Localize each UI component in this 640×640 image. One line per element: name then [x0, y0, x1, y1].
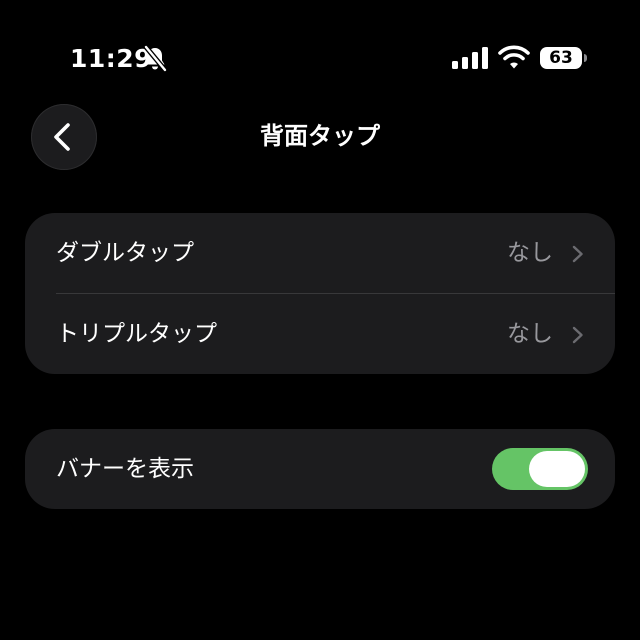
show-banner-label: バナーを表示: [56, 456, 194, 482]
show-banner-toggle[interactable]: [492, 448, 588, 490]
wifi-icon: [498, 45, 530, 69]
triple-tap-label: トリプルタップ: [56, 321, 217, 347]
chevron-right-icon: [572, 326, 583, 344]
triple-tap-row[interactable]: トリプルタップ なし: [25, 294, 615, 374]
triple-tap-value: なし: [507, 321, 553, 347]
chevron-right-icon: [572, 245, 583, 263]
double-tap-label: ダブルタップ: [56, 240, 194, 266]
double-tap-value: なし: [507, 240, 553, 266]
bell-slash-icon: [144, 45, 167, 72]
double-tap-row[interactable]: ダブルタップ なし: [25, 213, 615, 293]
toggle-knob[interactable]: [529, 451, 585, 487]
battery-icon: 63: [540, 47, 588, 69]
cellular-signal-icon: [452, 47, 488, 69]
battery-level: 63: [549, 48, 573, 68]
banner-settings-group: バナーを表示: [25, 429, 615, 509]
show-banner-row: バナーを表示: [25, 429, 615, 509]
back-tap-settings-group: ダブルタップ なし トリプルタップ なし: [25, 213, 615, 374]
status-bar: 11:29 63: [0, 0, 640, 118]
battery-cap: [584, 54, 587, 62]
status-time: 11:29: [70, 44, 153, 73]
page-title: 背面タップ: [260, 122, 380, 150]
